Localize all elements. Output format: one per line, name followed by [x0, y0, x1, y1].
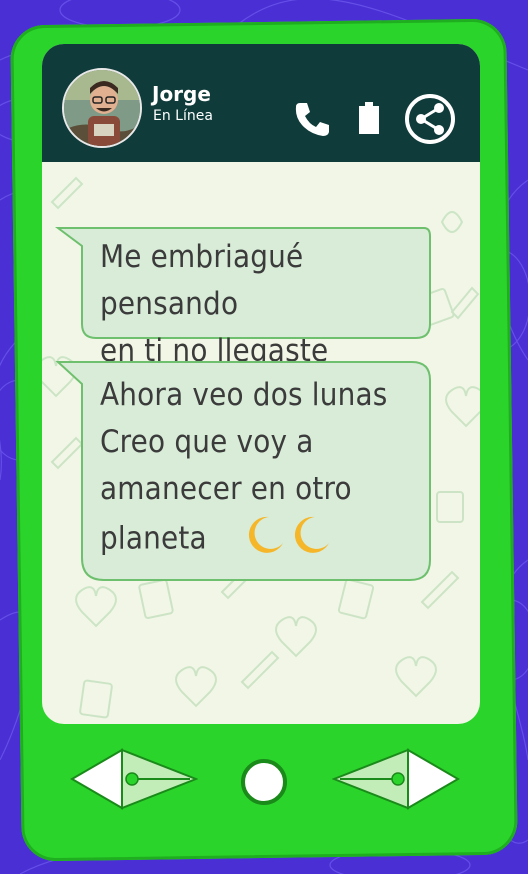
phone-icon[interactable]: [292, 99, 332, 139]
message-line: Me embriagué pensando: [100, 239, 304, 322]
share-icon[interactable]: [404, 93, 456, 145]
chat-header: Jorge En Línea: [42, 44, 480, 162]
moon-emoji-group: [243, 513, 331, 567]
chat-area: Me embriagué pensando en ti no llegaste …: [42, 162, 480, 724]
message-bubble[interactable]: Ahora veo dos lunas Creo que voy a amane…: [54, 358, 434, 584]
avatar[interactable]: [62, 68, 142, 148]
contact-name: Jorge: [152, 82, 211, 106]
message-line: Creo que voy a: [100, 424, 314, 460]
forward-arrow-button[interactable]: [332, 748, 460, 810]
message-line: amanecer en otro: [100, 471, 352, 507]
battery-icon: [359, 102, 379, 134]
home-button[interactable]: [240, 758, 288, 806]
phone-screen: Jorge En Línea Me embriagué pensando en …: [42, 44, 480, 724]
message-bubble[interactable]: Me embriagué pensando en ti no llegaste: [54, 224, 434, 369]
crescent-moon-icon: [248, 516, 329, 553]
message-line: planeta: [100, 520, 207, 557]
back-arrow-button[interactable]: [70, 748, 198, 810]
contact-status: En Línea: [153, 108, 213, 124]
message-line: Ahora veo dos lunas: [100, 377, 388, 413]
